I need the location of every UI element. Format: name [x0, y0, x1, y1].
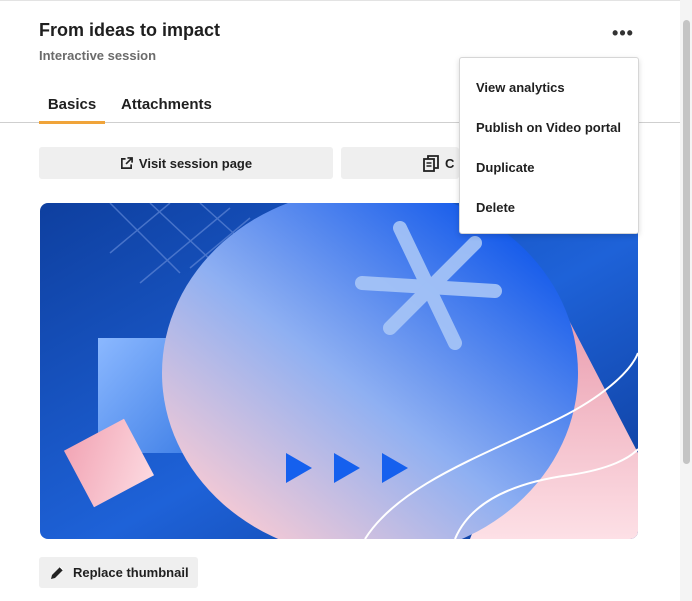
copy-label: C: [445, 155, 455, 171]
more-horizontal-icon: •••: [612, 23, 634, 43]
menu-item-publish-video-portal[interactable]: Publish on Video portal: [460, 107, 638, 147]
copy-icon: [423, 154, 439, 172]
replace-thumbnail-button[interactable]: Replace thumbnail: [39, 557, 198, 588]
replace-thumbnail-label: Replace thumbnail: [73, 565, 189, 580]
menu-item-view-analytics[interactable]: View analytics: [460, 67, 638, 107]
external-link-icon: [120, 156, 133, 169]
session-title: From ideas to impact: [39, 20, 221, 40]
session-panel: From ideas to impact Interactive session…: [0, 0, 692, 601]
more-options-button[interactable]: •••: [606, 20, 640, 46]
visit-session-page-button[interactable]: Visit session page: [39, 147, 333, 179]
copy-button[interactable]: C: [341, 147, 459, 179]
visit-session-page-label: Visit session page: [138, 155, 253, 171]
top-divider: [0, 0, 692, 1]
pencil-icon: [51, 566, 64, 579]
options-menu: View analytics Publish on Video portal D…: [459, 57, 639, 234]
thumbnail-artwork: [40, 203, 638, 539]
tab-attachments[interactable]: Attachments: [121, 86, 217, 123]
session-thumbnail: [40, 203, 638, 539]
scrollbar-thumb[interactable]: [683, 20, 690, 464]
menu-item-delete[interactable]: Delete: [460, 187, 638, 227]
session-subtitle: Interactive session: [39, 48, 157, 63]
menu-item-duplicate[interactable]: Duplicate: [460, 147, 638, 187]
tab-basics[interactable]: Basics: [39, 86, 105, 124]
